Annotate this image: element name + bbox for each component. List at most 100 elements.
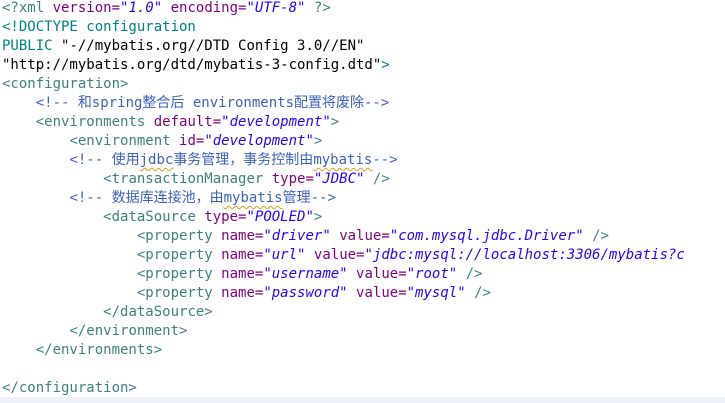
code-line[interactable]: <property name="driver" value="com.mysql…: [2, 227, 609, 246]
xml-value-token: "com.mysql.jdbc.Driver": [389, 228, 584, 244]
xml-value-token: "password": [263, 285, 348, 301]
xml-attribute-token: name=: [221, 266, 264, 282]
editor-bottom-edge: [0, 397, 725, 403]
xml-attribute-token: value=: [356, 285, 407, 301]
xml-comment-token: -->: [372, 152, 398, 168]
code-line[interactable]: <!-- 和spring整合后 environments配置将废除-->: [2, 94, 390, 113]
xml-value-token: "jdbc:mysql://localhost:3306/mybatis?c: [364, 247, 685, 263]
xml-comment-token: <!-- 使用: [69, 152, 140, 168]
spellcheck-word-token: mybatis: [313, 152, 373, 168]
xml-comment-token: 管理-->: [282, 190, 336, 206]
spellcheck-word-token: mybatis: [223, 190, 283, 206]
code-line[interactable]: <environment id="development">: [2, 132, 322, 151]
code-line[interactable]: <!-- 数据库连接池，由mybatis管理-->: [2, 189, 336, 208]
code-line[interactable]: <environments default="development">: [2, 113, 339, 132]
xml-tag-token: <property: [136, 228, 222, 244]
code-line[interactable]: <transactionManager type="JDBC" />: [2, 170, 390, 189]
code-editor[interactable]: <?xml version="1.0" encoding="UTF-8" ?> <…: [0, 0, 725, 403]
xml-tag-token: <?xml: [2, 0, 53, 16]
xml-attribute-token: value=: [356, 266, 407, 282]
xml-attribute-token: name=: [221, 228, 264, 244]
code-line[interactable]: "http://mybatis.org/dtd/mybatis-3-config…: [2, 56, 390, 75]
xml-tag-token: <property: [136, 285, 222, 301]
xml-tag-token: <property: [136, 266, 222, 282]
xml-attribute-token: type=: [271, 171, 314, 187]
code-line[interactable]: <property name="url" value="jdbc:mysql:/…: [2, 246, 685, 265]
code-line[interactable]: </environments>: [2, 341, 162, 360]
xml-attribute-token: encoding=: [170, 0, 247, 16]
code-line[interactable]: PUBLIC "-//mybatis.org//DTD Config 3.0//…: [2, 37, 364, 56]
xml-tag-token: ?>: [305, 0, 331, 16]
xml-comment-token: <!-- 和spring整合后 environments配置将废除-->: [35, 95, 390, 111]
xml-attribute-token: id=: [179, 133, 205, 149]
code-line[interactable]: <!-- 使用jdbc事务管理，事务控制由mybatis-->: [2, 151, 398, 170]
xml-value-token: "driver": [263, 228, 331, 244]
xml-tag-token: >: [330, 114, 340, 130]
xml-value-token: "mysql": [406, 285, 466, 301]
xml-tag-token: <environments: [35, 114, 154, 130]
xml-value-token: "root": [406, 266, 458, 282]
code-line[interactable]: <configuration>: [2, 75, 128, 94]
xml-value-token: "development": [204, 133, 314, 149]
xml-value-token: "JDBC": [313, 171, 365, 187]
plain-text-token: [348, 285, 356, 301]
plain-text-token: [331, 228, 339, 244]
doctype-token: PUBLIC: [2, 38, 62, 54]
xml-value-token: "username": [263, 266, 348, 282]
code-line[interactable]: </environment>: [2, 322, 187, 341]
doctype-token: <!DOCTYPE configuration: [2, 19, 196, 35]
plain-text-token: "http://mybatis.org/dtd/mybatis-3-config…: [2, 57, 382, 73]
xml-attribute-token: name=: [221, 285, 264, 301]
code-line[interactable]: <!DOCTYPE configuration: [2, 18, 196, 37]
xml-comment-token: <!-- 数据库连接池，由: [69, 190, 224, 206]
xml-tag-token: />: [457, 266, 483, 282]
xml-tag-token: />: [364, 171, 390, 187]
xml-tag-token: <property: [136, 247, 222, 263]
code-line[interactable]: </configuration>: [2, 379, 137, 398]
plain-text-token: "-//mybatis.org//DTD Config 3.0//EN": [61, 38, 365, 54]
xml-attribute-token: version=: [52, 0, 121, 16]
xml-tag-token: <dataSource: [103, 209, 205, 225]
xml-tag-token: >: [313, 209, 323, 225]
xml-tag-token: />: [583, 228, 609, 244]
code-line[interactable]: </dataSource>: [2, 303, 213, 322]
doctype-token: >: [381, 57, 390, 73]
xml-tag-token: <transactionManager: [103, 171, 272, 187]
xml-value-token: "url": [263, 247, 306, 263]
xml-value-token: "development": [221, 114, 331, 130]
plain-text-token: [348, 266, 356, 282]
xml-comment-token: 事务管理，事务控制由: [173, 152, 314, 168]
xml-value-token: "1.0": [120, 0, 163, 16]
xml-attribute-token: value=: [313, 247, 365, 263]
xml-value-token: "POOLED": [246, 209, 314, 225]
code-line[interactable]: <property name="username" value="root" /…: [2, 265, 483, 284]
xml-attribute-token: name=: [221, 247, 264, 263]
code-line[interactable]: <?xml version="1.0" encoding="UTF-8" ?>: [2, 0, 331, 18]
xml-tag-token: <configuration>: [2, 76, 129, 92]
xml-value-token: "UTF-8": [246, 0, 306, 16]
plain-text-token: [162, 0, 170, 16]
xml-tag-token: </configuration>: [2, 380, 137, 396]
code-line[interactable]: <dataSource type="POOLED">: [2, 208, 322, 227]
xml-tag-token: <environment: [69, 133, 180, 149]
xml-attribute-token: type=: [204, 209, 247, 225]
xml-tag-token: </environments>: [35, 342, 163, 358]
xml-tag-token: </dataSource>: [103, 304, 213, 320]
code-line[interactable]: <property name="password" value="mysql" …: [2, 284, 491, 303]
xml-tag-token: />: [465, 285, 491, 301]
xml-tag-token: </environment>: [69, 323, 188, 339]
